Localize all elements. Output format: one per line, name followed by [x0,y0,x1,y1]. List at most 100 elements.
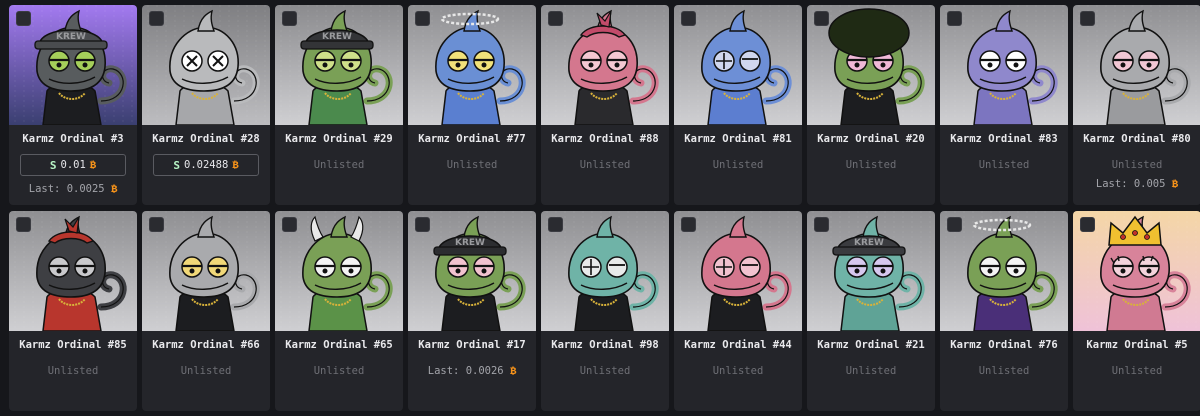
nft-title[interactable]: Karmz Ordinal #98 [541,339,669,351]
select-checkbox[interactable] [282,11,297,26]
select-checkbox[interactable] [681,217,696,232]
nft-image[interactable] [142,211,270,331]
hat-logo-text: KREW [322,32,352,42]
listing-status: Unlisted [712,159,764,171]
listing-status: Unlisted [1111,159,1163,171]
buy-price-button[interactable]: S 0.02488 ₿ [153,154,259,176]
select-checkbox[interactable] [16,217,31,232]
nft-title[interactable]: Karmz Ordinal #85 [9,339,137,351]
price-value: 0.01 [60,159,86,171]
listing-status: Unlisted [180,365,232,377]
select-checkbox[interactable] [814,11,829,26]
nft-card[interactable]: KREW Karmz Ordinal #3 S 0.01 ₿ Last: 0.0025 ₿ [9,5,137,205]
bitcoin-icon: ₿ [89,158,97,171]
nft-image[interactable] [275,211,403,331]
nft-card[interactable]: Karmz Ordinal #81 Unlisted [674,5,802,205]
last-sale-value: 0.0025 [66,183,105,195]
nft-title[interactable]: Karmz Ordinal #17 [408,339,536,351]
hat-logo-text: KREW [455,238,485,248]
nft-image[interactable]: KREW [807,211,935,331]
select-checkbox[interactable] [548,11,563,26]
listing-status: Unlisted [579,159,631,171]
select-checkbox[interactable] [947,217,962,232]
select-checkbox[interactable] [282,217,297,232]
nft-card[interactable]: Karmz Ordinal #85 Unlisted [9,211,137,411]
buy-price-button[interactable]: S 0.01 ₿ [20,154,126,176]
nft-image[interactable] [940,5,1068,125]
select-checkbox[interactable] [1080,11,1095,26]
nft-image[interactable] [541,211,669,331]
listing-status: Unlisted [313,159,365,171]
last-sale-label: Last: [1095,178,1128,190]
nft-title[interactable]: Karmz Ordinal #81 [674,133,802,145]
nft-title[interactable]: Karmz Ordinal #65 [275,339,403,351]
last-sale-label: Last: [28,183,61,195]
select-checkbox[interactable] [16,11,31,26]
nft-card[interactable]: KREW Karmz Ordinal #29 Unlisted [275,5,403,205]
last-sale: Last: 0.005 ₿ [1073,178,1200,191]
select-checkbox[interactable] [149,217,164,232]
nft-image[interactable] [674,211,802,331]
nft-card[interactable]: Karmz Ordinal #98 Unlisted [541,211,669,411]
select-checkbox[interactable] [548,217,563,232]
nft-image[interactable] [408,5,536,125]
nft-card[interactable]: Karmz Ordinal #20 Unlisted [807,5,935,205]
listing-status: Unlisted [845,159,897,171]
nft-image[interactable] [1073,211,1200,331]
nft-image[interactable] [940,211,1068,331]
nft-title[interactable]: Karmz Ordinal #29 [275,133,403,145]
hat-logo-text: KREW [56,32,86,42]
nft-image[interactable]: KREW [275,5,403,125]
nft-card[interactable]: Karmz Ordinal #88 Unlisted [541,5,669,205]
nft-image[interactable]: KREW [408,211,536,331]
listing-status: Unlisted [579,365,631,377]
select-checkbox[interactable] [1080,217,1095,232]
nft-title[interactable]: Karmz Ordinal #76 [940,339,1068,351]
s-logo-icon: S [49,158,57,172]
nft-card[interactable]: KREW Karmz Ordinal #21 Unlisted [807,211,935,411]
select-checkbox[interactable] [415,11,430,26]
nft-title[interactable]: Karmz Ordinal #3 [9,133,137,145]
nft-image[interactable] [541,5,669,125]
select-checkbox[interactable] [681,11,696,26]
hat-logo-text: KREW [854,238,884,248]
nft-title[interactable]: Karmz Ordinal #20 [807,133,935,145]
nft-image[interactable]: KREW [9,5,137,125]
nft-image[interactable] [674,5,802,125]
nft-card[interactable]: Karmz Ordinal #65 Unlisted [275,211,403,411]
nft-image[interactable] [9,211,137,331]
nft-title[interactable]: Karmz Ordinal #5 [1073,339,1200,351]
last-sale: Last: 0.0025 ₿ [9,183,137,196]
nft-card[interactable]: Karmz Ordinal #77 Unlisted [408,5,536,205]
nft-card[interactable]: Karmz Ordinal #76 Unlisted [940,211,1068,411]
listing-status: Unlisted [47,365,99,377]
last-sale-label: Last: [427,365,460,377]
nft-title[interactable]: Karmz Ordinal #83 [940,133,1068,145]
nft-card[interactable]: Karmz Ordinal #80 Unlisted Last: 0.005 ₿ [1073,5,1200,205]
nft-title[interactable]: Karmz Ordinal #88 [541,133,669,145]
listing-status: Unlisted [978,365,1030,377]
nft-title[interactable]: Karmz Ordinal #28 [142,133,270,145]
select-checkbox[interactable] [947,11,962,26]
nft-title[interactable]: Karmz Ordinal #77 [408,133,536,145]
ordinal-grid: KREW Karmz Ordinal #3 S 0.01 ₿ Last: 0.0025 ₿… [0,0,1200,411]
nft-title[interactable]: Karmz Ordinal #66 [142,339,270,351]
select-checkbox[interactable] [415,217,430,232]
nft-image[interactable] [1073,5,1200,125]
nft-card[interactable]: KREW Karmz Ordinal #17 Last: 0.0026 ₿ [408,211,536,411]
nft-image[interactable] [807,5,935,125]
nft-card[interactable]: Karmz Ordinal #28 S 0.02488 ₿ [142,5,270,205]
select-checkbox[interactable] [149,11,164,26]
nft-title[interactable]: Karmz Ordinal #44 [674,339,802,351]
price-value: 0.02488 [184,159,229,171]
nft-card[interactable]: Karmz Ordinal #66 Unlisted [142,211,270,411]
s-logo-icon: S [173,158,181,172]
nft-title[interactable]: Karmz Ordinal #80 [1073,133,1200,145]
nft-image[interactable] [142,5,270,125]
bitcoin-icon: ₿ [104,183,118,195]
nft-title[interactable]: Karmz Ordinal #21 [807,339,935,351]
nft-card[interactable]: Karmz Ordinal #44 Unlisted [674,211,802,411]
nft-card[interactable]: Karmz Ordinal #83 Unlisted [940,5,1068,205]
select-checkbox[interactable] [814,217,829,232]
nft-card[interactable]: Karmz Ordinal #5 Unlisted [1073,211,1200,411]
